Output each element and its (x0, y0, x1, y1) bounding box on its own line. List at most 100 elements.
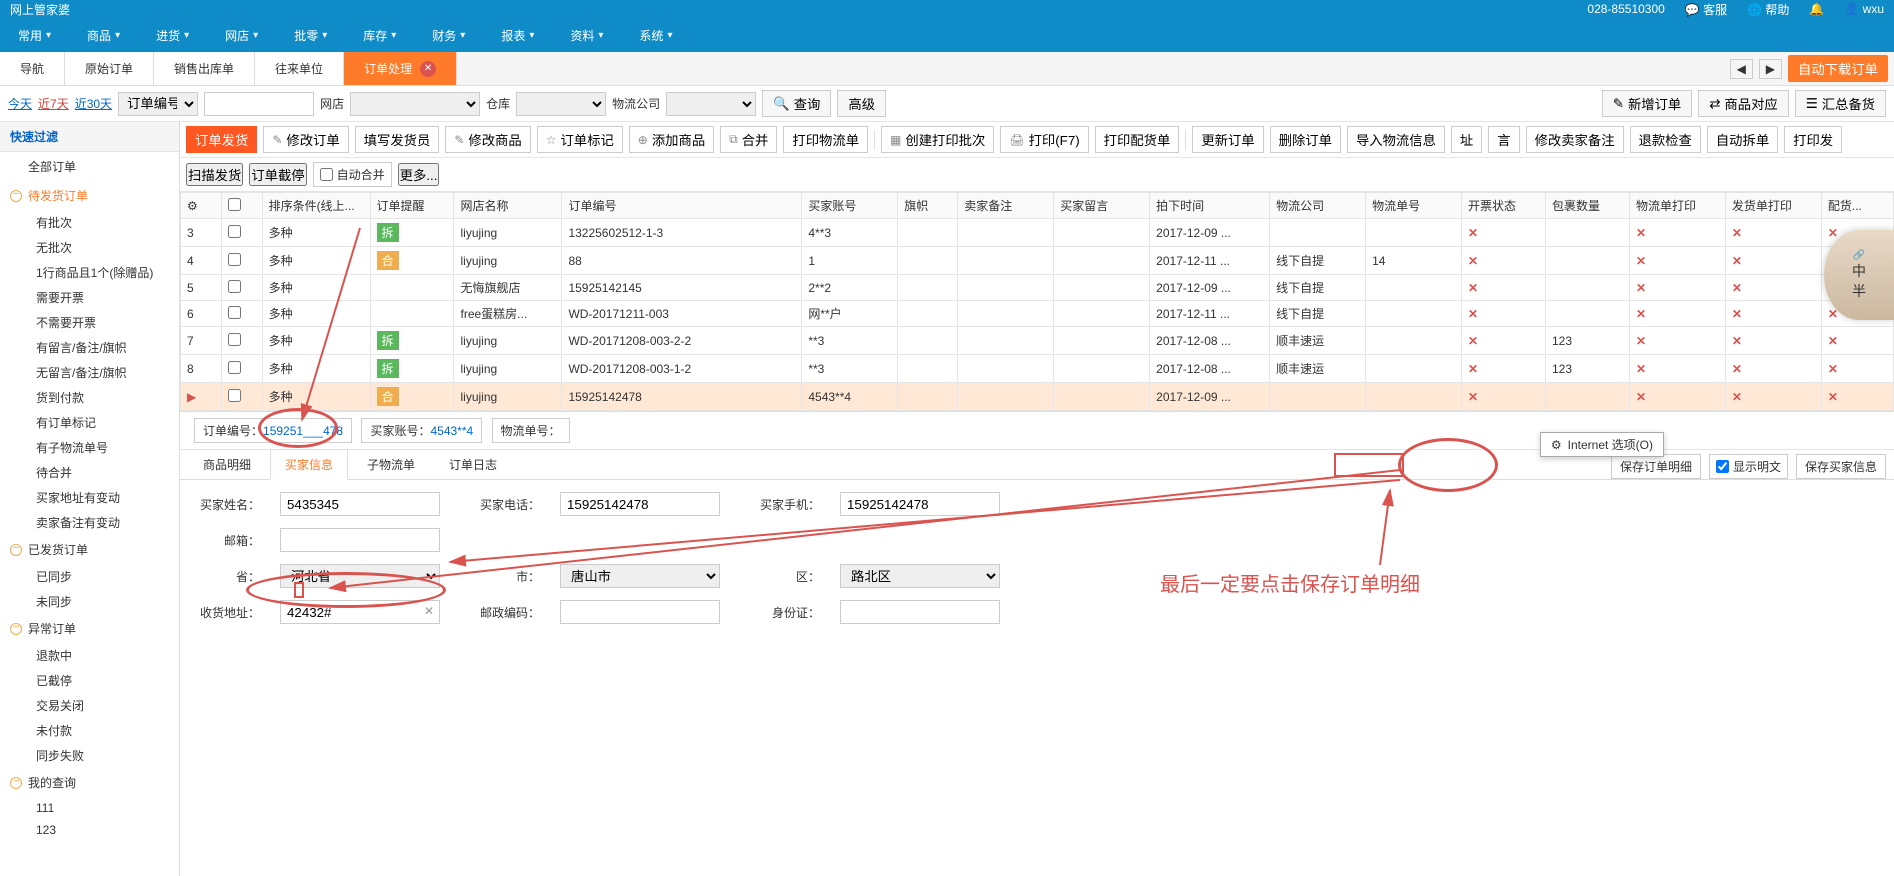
msg-button[interactable]: 言 (1488, 126, 1519, 153)
auto-download-button[interactable]: 自动下载订单 (1788, 55, 1888, 82)
sidebar-group-pending[interactable]: 待发货订单 (0, 181, 179, 210)
col-header[interactable]: 排序条件(线上... (262, 193, 370, 219)
table-row[interactable]: ▶多种合liyujing159251424784543**42017-12-09… (181, 383, 1894, 411)
tab-sub-logistics[interactable]: 子物流单 (352, 449, 430, 479)
col-header[interactable]: 物流单号 (1366, 193, 1462, 219)
help-link[interactable]: 🌐 帮助 (1747, 1, 1789, 18)
link-today[interactable]: 今天 (8, 95, 32, 112)
gear-icon[interactable]: ⚙ (187, 199, 198, 213)
menu-data[interactable]: 资料▾ (552, 18, 621, 52)
addr-input[interactable] (280, 600, 440, 624)
table-row[interactable]: 4多种合liyujing8812017-12-11 ...线下自提14✕✕✕✕ (181, 247, 1894, 275)
sidebar-group-exception[interactable]: 异常订单 (0, 614, 179, 643)
more-button[interactable]: 更多... (398, 163, 440, 186)
add-product-button[interactable]: ⊕添加商品 (629, 126, 714, 153)
edit-seller-remark-button[interactable]: 修改卖家备注 (1526, 126, 1624, 153)
import-logistics-button[interactable]: 导入物流信息 (1347, 126, 1445, 153)
scan-ship-button[interactable]: 扫描发货 (186, 163, 243, 186)
refund-check-button[interactable]: 退款检查 (1630, 126, 1701, 153)
zip-input[interactable] (560, 600, 720, 624)
merge-button[interactable]: ⧉合并 (720, 126, 777, 153)
sidebar-group-shipped[interactable]: 已发货订单 (0, 535, 179, 564)
city-select[interactable]: 唐山市 (560, 564, 720, 588)
order-field-select[interactable]: 订单编号 (118, 92, 198, 116)
more-print-button[interactable]: 打印发 (1784, 126, 1842, 153)
menu-purchase[interactable]: 进货▾ (138, 18, 207, 52)
sidebar-item[interactable]: 无留言/备注/旗帜 (0, 360, 179, 385)
buyer-tel-input[interactable] (560, 492, 720, 516)
col-header[interactable]: 网店名称 (454, 193, 562, 219)
order-hold-button[interactable]: 订单截停 (249, 163, 306, 186)
col-check[interactable] (221, 193, 262, 219)
col-header[interactable]: 开票状态 (1462, 193, 1546, 219)
tab-buyer-info[interactable]: 买家信息 (270, 449, 348, 480)
product-map-button[interactable]: ⇄商品对应 (1698, 90, 1788, 117)
sidebar-item[interactable]: 有子物流单号 (0, 435, 179, 460)
edit-product-button[interactable]: ✎修改商品 (445, 126, 530, 153)
buyer-name-input[interactable] (280, 492, 440, 516)
update-order-button[interactable]: 更新订单 (1192, 126, 1263, 153)
row-check[interactable] (221, 219, 262, 247)
col-header[interactable]: 拍下时间 (1150, 193, 1270, 219)
delete-order-button[interactable]: 删除订单 (1270, 126, 1341, 153)
menu-common[interactable]: 常用▾ (0, 18, 69, 52)
sidebar-item[interactable]: 1行商品且1个(除赠品) (0, 260, 179, 285)
table-row[interactable]: 5多种无悔旗舰店159251421452**22017-12-09 ...线下自… (181, 275, 1894, 301)
order-no-input[interactable] (204, 92, 314, 116)
logistics-select[interactable] (666, 92, 756, 116)
sidebar-item[interactable]: 待合并 (0, 460, 179, 485)
warehouse-select[interactable] (516, 92, 606, 116)
col-gear[interactable]: ⚙ (181, 193, 222, 219)
sidebar-item[interactable]: 未同步 (0, 589, 179, 614)
sidebar-item[interactable]: 123 (0, 819, 179, 841)
user-link[interactable]: 👤 wxu (1844, 2, 1884, 16)
sidebar-item[interactable]: 需要开票 (0, 285, 179, 310)
auto-merge-checkbox[interactable]: 自动合并 (313, 162, 392, 187)
menu-product[interactable]: 商品▾ (69, 18, 138, 52)
buyer-mob-input[interactable] (840, 492, 1000, 516)
col-header[interactable]: 买家留言 (1054, 193, 1150, 219)
tab-sale-out[interactable]: 销售出库单 (154, 52, 255, 85)
fill-shipper-button[interactable]: 填写发货员 (355, 126, 440, 153)
menu-stock[interactable]: 库存▾ (345, 18, 414, 52)
col-header[interactable]: 配货... (1821, 193, 1893, 219)
tab-prev[interactable]: ◀ (1730, 59, 1753, 79)
tab-order-log[interactable]: 订单日志 (434, 449, 512, 479)
row-check[interactable] (221, 275, 262, 301)
menu-wholesale[interactable]: 批零▾ (276, 18, 345, 52)
table-row[interactable]: 7多种拆liyujingWD-20171208-003-2-2**32017-1… (181, 327, 1894, 355)
sidebar-item[interactable]: 同步失败 (0, 743, 179, 768)
tab-nav[interactable]: 导航 (0, 52, 65, 85)
print-pick-button[interactable]: 打印配货单 (1095, 126, 1180, 153)
create-print-batch-button[interactable]: ▦创建打印批次 (881, 126, 994, 153)
assistant-float[interactable]: 🔗 中 半 (1824, 230, 1894, 320)
menu-finance[interactable]: 财务▾ (414, 18, 483, 52)
sidebar-item[interactable]: 不需要开票 (0, 310, 179, 335)
tab-partner[interactable]: 往来单位 (255, 52, 344, 85)
order-mark-button[interactable]: ☆订单标记 (537, 126, 623, 153)
tab-product-detail[interactable]: 商品明细 (188, 449, 266, 479)
sidebar-item[interactable]: 未付款 (0, 718, 179, 743)
menu-system[interactable]: 系统▾ (621, 18, 690, 52)
sidebar-item[interactable]: 无批次 (0, 235, 179, 260)
edit-order-button[interactable]: ✎修改订单 (263, 126, 348, 153)
sidebar-item[interactable]: 买家地址有变动 (0, 485, 179, 510)
prov-select[interactable]: 河北省 (280, 564, 440, 588)
sidebar-item[interactable]: 货到付款 (0, 385, 179, 410)
tab-raw-order[interactable]: 原始订单 (65, 52, 154, 85)
sidebar-item[interactable]: 有批次 (0, 210, 179, 235)
col-header[interactable]: 订单编号 (562, 193, 802, 219)
row-check[interactable] (221, 355, 262, 383)
col-header[interactable]: 买家账号 (802, 193, 898, 219)
summary-stock-button[interactable]: ☰汇总备货 (1795, 90, 1886, 117)
bell-icon[interactable]: 🔔 (1809, 2, 1824, 16)
clear-icon[interactable]: ✕ (424, 604, 434, 618)
tab-next[interactable]: ▶ (1759, 59, 1782, 79)
menu-shop[interactable]: 网店▾ (207, 18, 276, 52)
search-button[interactable]: 🔍查询 (762, 90, 831, 117)
row-check[interactable] (221, 247, 262, 275)
sidebar-item-all[interactable]: 全部订单 (0, 152, 179, 181)
link-30days[interactable]: 近30天 (75, 95, 112, 112)
id-input[interactable] (840, 600, 1000, 624)
print-logistics-button[interactable]: 打印物流单 (783, 126, 868, 153)
